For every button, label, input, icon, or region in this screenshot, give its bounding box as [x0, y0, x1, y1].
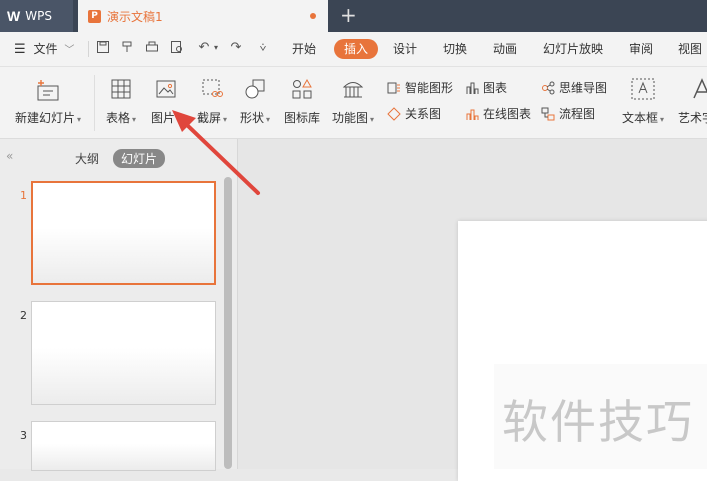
word-art-label: 艺术字	[678, 111, 707, 125]
chart-icon	[466, 82, 479, 94]
relation-chart-icon	[387, 106, 401, 121]
tab-slideshow[interactable]: 幻灯片放映	[543, 32, 603, 66]
screenshot-button[interactable]: 截屏 ▾	[193, 77, 231, 126]
document-tab[interactable]: P 演示文稿1	[78, 0, 328, 32]
screenshot-icon	[200, 77, 224, 101]
smart-art-button[interactable]: 智能图形	[387, 79, 453, 96]
slide-number: 3	[20, 429, 27, 442]
caret-down-icon: ▾	[77, 115, 82, 124]
picture-label: 图片	[150, 111, 175, 125]
icon-library-icon	[290, 77, 314, 101]
slide-thumbnail-2[interactable]	[31, 301, 216, 405]
format-painter-icon[interactable]	[120, 40, 136, 56]
word-art-button[interactable]: 艺术字	[678, 77, 707, 126]
tab-home[interactable]: 开始	[292, 32, 316, 66]
watermark: 软件技巧	[494, 364, 707, 469]
shape-label: 形状	[239, 111, 264, 125]
function-chart-icon	[341, 77, 365, 101]
tab-animation[interactable]: 动画	[493, 32, 517, 66]
caret-down-icon: ▾	[370, 115, 375, 124]
mind-map-label: 思维导图	[559, 81, 608, 95]
caret-down-icon: ▾	[177, 115, 182, 124]
tab-review[interactable]: 审阅	[629, 32, 653, 66]
table-icon	[109, 77, 133, 101]
relation-chart-label: 关系图	[405, 107, 442, 121]
presentation-icon: P	[88, 9, 101, 23]
wps-home-tab[interactable]: W WPS	[0, 0, 73, 32]
picture-button[interactable]: 图片 ▾	[147, 77, 185, 126]
tab-transition[interactable]: 切换	[443, 32, 467, 66]
caret-down-icon: ▾	[223, 115, 228, 124]
slide-thumbnail-3[interactable]	[31, 421, 216, 471]
shape-button[interactable]: 形状 ▾	[236, 77, 274, 126]
watermark-text: 软件技巧	[502, 395, 694, 449]
relation-chart-button[interactable]: 关系图	[387, 105, 441, 122]
text-box-label: 文本框	[621, 111, 658, 125]
caret-down-icon: ▾	[660, 115, 665, 124]
mind-map-icon	[542, 81, 555, 94]
new-tab-button[interactable]: +	[340, 4, 357, 26]
document-title: 演示文稿1	[107, 9, 163, 24]
wps-home-label: WPS	[25, 9, 52, 23]
online-chart-icon	[466, 109, 479, 120]
caret-down-icon: ▾	[266, 115, 271, 124]
flow-chart-label: 流程图	[559, 107, 596, 121]
tab-slides[interactable]: 幻灯片	[113, 149, 166, 168]
table-label: 表格	[105, 111, 130, 125]
menu-bar: ☰ 文件 ﹀ ↶ ▾ ↷ ⩒ 开始 插入 设计 切换 动画 幻灯片放映 审阅 视…	[0, 32, 707, 67]
print-icon[interactable]	[145, 40, 161, 56]
screenshot-label: 截屏	[196, 111, 221, 125]
panel-scrollbar[interactable]	[224, 177, 232, 469]
text-box-icon	[630, 77, 656, 101]
ribbon-divider	[94, 75, 95, 131]
new-slide-button[interactable]: 新建幻灯片 ▾	[10, 77, 86, 126]
slide-thumbnail-1[interactable]	[31, 181, 216, 285]
menu-divider	[88, 41, 89, 57]
online-chart-label: 在线图表	[483, 107, 532, 121]
online-chart-button[interactable]: 在线图表	[465, 105, 531, 122]
collapse-panel-icon[interactable]: «	[6, 149, 13, 163]
tab-insert[interactable]: 插入	[334, 39, 379, 59]
text-box-button[interactable]: 文本框 ▾	[619, 77, 667, 126]
save-icon[interactable]	[96, 40, 112, 56]
picture-icon	[154, 77, 178, 101]
tab-view[interactable]: 视图	[678, 32, 702, 66]
new-slide-label: 新建幻灯片	[14, 111, 75, 125]
function-chart-button[interactable]: 功能图 ▾	[330, 77, 376, 126]
slide-panel: « 大纲 幻灯片 1 2 3	[0, 139, 238, 471]
table-button[interactable]: 表格 ▾	[102, 77, 140, 126]
unsaved-indicator	[310, 13, 316, 19]
tab-outline[interactable]: 大纲	[75, 150, 99, 167]
panel-header: « 大纲 幻灯片	[0, 139, 237, 173]
shape-icon	[243, 77, 267, 101]
print-preview-icon[interactable]	[170, 40, 186, 56]
chart-label: 图表	[483, 81, 508, 95]
slide-number: 1	[20, 189, 27, 202]
slide-number: 2	[20, 309, 27, 322]
caret-down-icon: ▾	[132, 115, 137, 124]
new-slide-icon	[34, 77, 62, 105]
icon-library-label: 图标库	[283, 111, 320, 125]
hamburger-icon: ☰	[14, 42, 26, 57]
icon-library-button[interactable]: 图标库	[282, 77, 322, 126]
mind-map-button[interactable]: 思维导图	[541, 79, 607, 96]
smart-art-label: 智能图形	[405, 81, 454, 95]
word-art-icon	[689, 77, 707, 101]
chevron-down-icon: ﹀	[64, 45, 75, 56]
title-bar: W WPS P 演示文稿1 +	[0, 0, 707, 32]
file-menu[interactable]: ☰ 文件 ﹀	[14, 32, 74, 66]
ribbon-insert: 新建幻灯片 ▾ 表格 ▾ 图片 ▾ 截屏 ▾ 形状 ▾ 图标库 功能图 ▾ 智能…	[0, 67, 707, 139]
flow-chart-button[interactable]: 流程图	[541, 105, 595, 122]
undo-dropdown-icon[interactable]: ▾	[208, 40, 224, 56]
redo-icon[interactable]: ↷	[228, 40, 244, 56]
file-menu-label: 文件	[33, 42, 58, 56]
wps-logo-icon: W	[7, 8, 21, 24]
smart-art-icon	[387, 82, 400, 93]
flow-chart-icon	[541, 107, 555, 120]
customize-toolbar-icon[interactable]: ⩒	[255, 40, 271, 56]
function-chart-label: 功能图	[331, 111, 368, 125]
tab-design[interactable]: 设计	[393, 32, 417, 66]
chart-button[interactable]: 图表	[465, 79, 507, 96]
